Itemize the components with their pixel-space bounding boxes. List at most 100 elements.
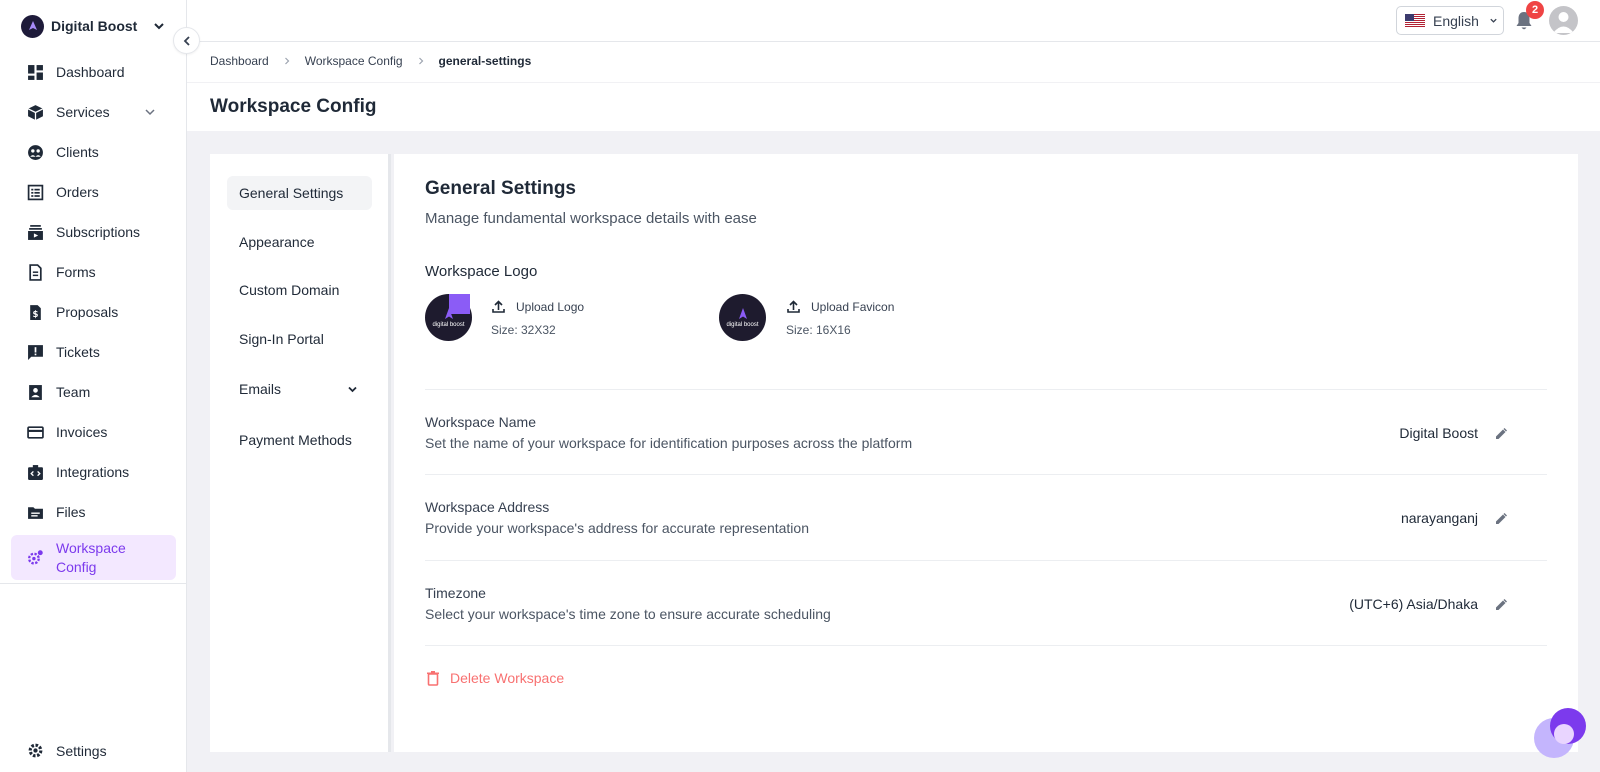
subnav-item-general-settings[interactable]: General Settings	[227, 176, 372, 210]
chevron-left-icon	[183, 35, 190, 46]
user-icon	[1553, 12, 1574, 33]
sidebar-item-label: Tickets	[56, 344, 100, 360]
pencil-icon[interactable]	[1494, 598, 1508, 612]
sidebar-item-label-line2: Config	[56, 558, 97, 575]
title-band	[187, 82, 1600, 131]
sidebar-item-label: Services	[56, 104, 110, 120]
section-title: General Settings	[425, 178, 576, 199]
user-avatar[interactable]	[1549, 6, 1578, 35]
sidebar-item-files[interactable]: Files	[11, 492, 176, 532]
logo-overlay-block	[449, 294, 470, 314]
logo-size-hint: Size: 32X32	[491, 323, 556, 337]
subscriptions-icon	[28, 224, 43, 240]
chevron-down-icon	[154, 23, 165, 30]
sidebar-item-label: Proposals	[56, 304, 119, 320]
row-divider	[425, 389, 1547, 390]
delete-workspace-button[interactable]: Delete Workspace	[425, 670, 564, 686]
box-icon	[27, 104, 44, 120]
sidebar-item-orders[interactable]: Orders	[11, 172, 176, 212]
pencil-icon[interactable]	[1494, 512, 1508, 526]
chat-widget-icon[interactable]	[1532, 706, 1588, 762]
row-divider	[425, 560, 1547, 561]
workspace-logo-label: Workspace Logo	[425, 263, 538, 280]
breadcrumb: Dashboard Workspace Config general-setti…	[210, 54, 531, 68]
svg-text:$: $	[33, 309, 39, 319]
proposals-icon: $	[30, 304, 41, 320]
pencil-icon[interactable]	[1494, 427, 1508, 441]
orders-icon	[27, 184, 44, 200]
sidebar-item-workspace-config[interactable]: Workspace Config	[11, 535, 176, 580]
tickets-icon	[28, 344, 43, 360]
subnav-item-emails[interactable]: Emails	[227, 372, 372, 406]
upload-favicon-label: Upload Favicon	[811, 299, 895, 314]
upload-icon	[787, 300, 800, 313]
collapse-sidebar-button[interactable]	[173, 27, 200, 54]
sidebar-item-label: Orders	[56, 184, 99, 200]
workspace-name-title: Workspace Name	[425, 414, 537, 430]
clients-icon	[28, 144, 43, 160]
sidebar-item-label: Integrations	[56, 464, 130, 480]
workspace-switcher[interactable]: Digital Boost	[21, 14, 166, 38]
notification-badge: 2	[1526, 1, 1544, 19]
team-icon	[29, 384, 42, 400]
general-settings-panel: General Settings Manage fundamental work…	[394, 154, 1578, 752]
subnav-item-label: Emails	[239, 381, 282, 397]
favicon-text: digital boost	[726, 322, 759, 328]
favicon-size-hint: Size: 16X16	[786, 323, 851, 337]
sidebar-item-dashboard[interactable]: Dashboard	[11, 52, 176, 92]
sidebar-item-label: Dashboard	[56, 64, 125, 80]
section-description: Manage fundamental workspace details wit…	[425, 210, 757, 227]
chevron-right-icon	[284, 57, 290, 65]
timezone-description: Select your workspace's time zone to ens…	[425, 606, 831, 622]
workspace-address-value: narayanganj	[1400, 510, 1478, 526]
sidebar-item-label-line1: Workspace	[56, 539, 126, 556]
chevron-down-icon	[1490, 18, 1497, 23]
rocket-icon	[738, 308, 747, 319]
subnav-item-appearance[interactable]: Appearance	[227, 225, 372, 259]
language-select[interactable]: English	[1396, 6, 1504, 35]
upload-favicon-button[interactable]: Upload Favicon	[786, 299, 894, 314]
breadcrumb-item-current: general-settings	[438, 54, 532, 68]
page-title: Workspace Config	[210, 96, 377, 117]
row-divider	[425, 474, 1547, 475]
sidebar: Digital Boost Dashboard Services Clients…	[0, 0, 187, 772]
subnav-item-label: Custom Domain	[239, 282, 340, 298]
sidebar-item-settings[interactable]: Settings	[27, 742, 107, 759]
sidebar-item-label: Forms	[56, 264, 96, 280]
subnav-item-custom-domain[interactable]: Custom Domain	[227, 273, 372, 307]
trash-icon	[427, 671, 439, 686]
workspace-address-title: Workspace Address	[425, 499, 550, 515]
sidebar-divider	[0, 583, 187, 584]
sidebar-item-team[interactable]: Team	[11, 372, 176, 412]
workspace-name-description: Set the name of your workspace for ident…	[425, 435, 913, 451]
integrations-icon	[28, 464, 43, 480]
delete-workspace-label: Delete Workspace	[450, 670, 565, 686]
breadcrumb-item-dashboard[interactable]: Dashboard	[210, 54, 269, 68]
subnav-item-payment-methods[interactable]: Payment Methods	[227, 423, 372, 457]
subnav-item-sign-in-portal[interactable]: Sign-In Portal	[227, 322, 372, 356]
sidebar-nav: Dashboard Services Clients Orders Subscr…	[11, 52, 176, 580]
sidebar-item-label: Invoices	[56, 424, 108, 440]
language-label: English	[1433, 12, 1479, 29]
sidebar-item-label: Clients	[56, 144, 99, 160]
subnav-item-label: Appearance	[239, 234, 315, 250]
sidebar-item-proposals[interactable]: $ Proposals	[11, 292, 176, 332]
chevron-down-icon	[348, 386, 357, 393]
sidebar-item-label: Files	[56, 504, 86, 520]
breadcrumb-item-workspace-config[interactable]: Workspace Config	[305, 54, 403, 68]
sidebar-item-services[interactable]: Services	[11, 92, 176, 132]
subnav-item-label: General Settings	[239, 185, 344, 201]
brand-logo	[21, 14, 44, 38]
sidebar-item-tickets[interactable]: Tickets	[11, 332, 176, 372]
sidebar-item-clients[interactable]: Clients	[11, 132, 176, 172]
brand-name: Digital Boost	[51, 18, 138, 34]
upload-logo-button[interactable]: Upload Logo	[491, 299, 584, 314]
chevron-down-icon	[145, 109, 155, 116]
sidebar-item-forms[interactable]: Forms	[11, 252, 176, 292]
us-flag-icon	[1405, 14, 1425, 27]
workspace-favicon-preview: digital boost	[719, 294, 766, 341]
sidebar-item-invoices[interactable]: Invoices	[11, 412, 176, 452]
sidebar-item-subscriptions[interactable]: Subscriptions	[11, 212, 176, 252]
sidebar-item-integrations[interactable]: Integrations	[11, 452, 176, 492]
sidebar-item-label: Workspace Config	[56, 539, 126, 577]
